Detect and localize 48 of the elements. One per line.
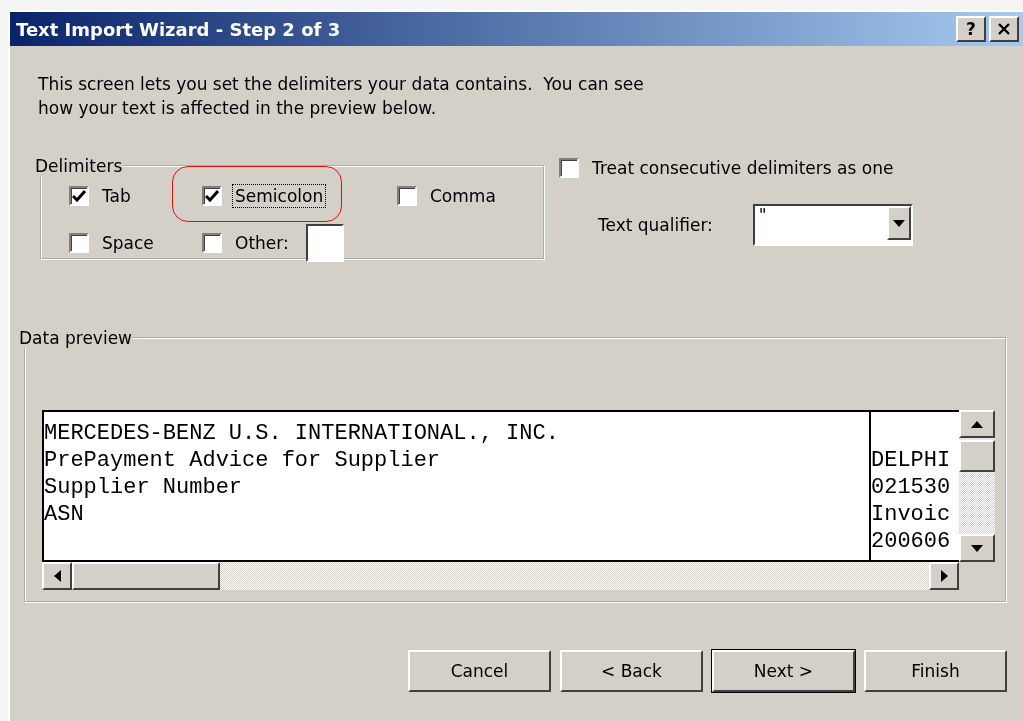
table-cell: 200606 — [871, 529, 951, 554]
table-cell: ASN — [44, 502, 84, 527]
field-label: Text qualifier: — [598, 215, 713, 235]
checkbox-label[interactable]: Comma — [427, 184, 499, 208]
window-title: Text Import Wizard - Step 2 of 3 — [16, 18, 342, 40]
scroll-thumb[interactable] — [959, 440, 995, 472]
dropdown[interactable]: " — [752, 204, 913, 246]
horizontal-scrollbar[interactable] — [42, 562, 959, 590]
checkbox-label[interactable]: Space — [99, 231, 157, 255]
scroll-up-button[interactable] — [959, 410, 995, 438]
scroll-left-button[interactable] — [42, 562, 72, 590]
checkbox[interactable] — [397, 186, 417, 206]
down-arrow-icon — [971, 544, 983, 552]
dialog-button[interactable]: Finish — [864, 650, 1007, 692]
instruction-text: how your text is affected in the preview below. — [38, 97, 438, 120]
checkbox[interactable] — [202, 233, 222, 253]
checkbox[interactable] — [559, 158, 579, 178]
caret-icon — [892, 219, 905, 227]
left-arrow-icon — [53, 570, 61, 582]
checkbox-label[interactable]: Other: — [232, 231, 292, 255]
scroll-right-button[interactable] — [929, 562, 959, 590]
table-cell: DELPHI — [871, 448, 951, 473]
instruction-text: This screen lets you set the delimiters your data contains. You can see — [38, 73, 645, 96]
dialog-button[interactable]: Next > — [712, 650, 855, 692]
checkbox[interactable] — [202, 186, 222, 206]
close-icon — [997, 23, 1011, 35]
table-cell: MERCEDES-BENZ U.S. INTERNATIONAL., INC. — [44, 421, 559, 446]
checkbox-label[interactable]: Treat consecutive delimiters as one — [589, 156, 897, 180]
checkbox-label[interactable]: Tab — [99, 184, 134, 208]
input-field[interactable] — [305, 224, 344, 262]
checkbox[interactable] — [69, 233, 89, 253]
group-title: Delimiters — [34, 156, 124, 176]
up-arrow-icon — [971, 420, 983, 428]
group-title: Data preview — [18, 328, 133, 348]
close-button[interactable] — [989, 16, 1019, 42]
table-cell: 021530 — [871, 475, 951, 500]
dialog-button[interactable]: < Back — [560, 650, 703, 692]
help-button[interactable]: ? — [956, 16, 986, 42]
scroll-thumb[interactable] — [72, 562, 220, 590]
checkbox-label[interactable]: Semicolon — [232, 184, 327, 208]
dialog-button[interactable]: Cancel — [408, 650, 551, 692]
table-cell: Invoic — [871, 502, 951, 527]
right-arrow-icon — [940, 570, 948, 582]
table-cell: PrePayment Advice for Supplier — [44, 448, 441, 473]
scroll-down-button[interactable] — [959, 534, 995, 562]
checkbox[interactable] — [69, 186, 89, 206]
table-cell: Supplier Number — [44, 475, 243, 500]
vertical-scrollbar[interactable] — [959, 410, 995, 562]
